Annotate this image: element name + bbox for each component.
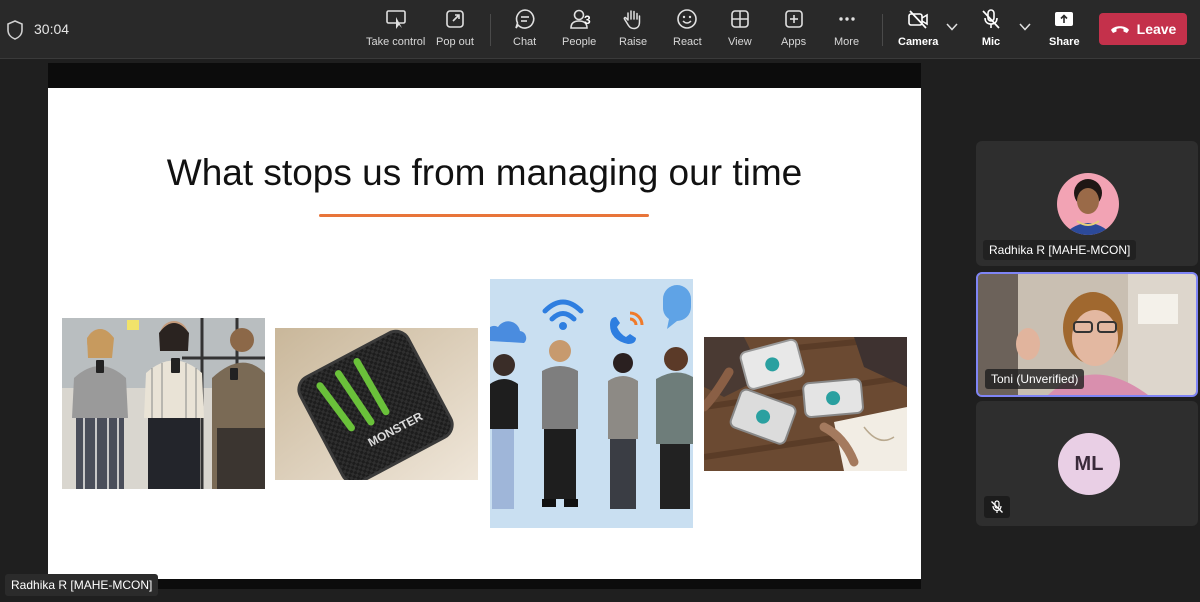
toolbar-divider (490, 14, 491, 46)
react-button[interactable]: React (673, 8, 702, 52)
take-control-icon (385, 10, 406, 29)
presenter-name-tag: Radhika R [MAHE-MCON] (5, 574, 159, 596)
participant-tile[interactable]: Radhika R [MAHE-MCON] (976, 141, 1198, 266)
chat-icon (514, 9, 535, 29)
participant-name: Toni (Unverified) (985, 369, 1085, 389)
view-button[interactable]: View (728, 8, 752, 52)
social-media-people-illustration (490, 279, 693, 528)
avatar-initials: ML (1058, 433, 1120, 495)
camera-button[interactable]: Camera (898, 8, 938, 52)
pop-out-button[interactable]: Pop out (436, 8, 474, 52)
mic-muted-icon (991, 500, 1003, 513)
slide-title: What stops us from managing our time (166, 152, 803, 193)
share-button[interactable]: Share (1049, 8, 1080, 52)
meeting-toolbar: 30:04 Take control Pop out Chat People 3… (0, 0, 1200, 59)
smiley-icon (677, 9, 698, 29)
raise-hand-button[interactable]: Raise (619, 8, 647, 52)
pop-out-icon (446, 10, 464, 28)
mic-button[interactable]: Mic (980, 8, 1002, 52)
camera-off-icon (908, 10, 928, 29)
slide-image-monster-phone: MONSTER (275, 328, 478, 480)
leave-button[interactable]: Leave (1099, 13, 1187, 45)
participant-tile[interactable]: ML (976, 401, 1198, 526)
monster-phone-case-illustration: MONSTER (275, 328, 478, 480)
mic-options-chevron-icon[interactable] (1018, 20, 1032, 34)
add-apps-icon (784, 10, 803, 28)
slide-image-people-on-phones (62, 318, 265, 489)
hand-icon (623, 10, 641, 30)
more-button[interactable]: More (834, 8, 859, 52)
muted-indicator (984, 496, 1010, 518)
shield-icon (7, 20, 23, 40)
title-underline (319, 214, 649, 217)
phones-on-table-illustration (704, 337, 907, 471)
camera-options-chevron-icon[interactable] (945, 20, 959, 34)
mic-off-icon (982, 9, 1000, 29)
more-dots-icon (838, 17, 855, 21)
meeting-timer: 30:04 (34, 21, 70, 37)
slide-image-social-media-people (490, 279, 693, 528)
chat-button[interactable]: Chat (513, 8, 536, 52)
hang-up-icon (1110, 26, 1129, 33)
take-control-button[interactable]: Take control (366, 8, 425, 52)
avatar (1057, 173, 1119, 235)
people-on-phones-illustration (62, 318, 265, 489)
toolbar-divider (882, 14, 883, 46)
presentation-slide: What stops us from managing our time MON… (48, 88, 921, 579)
participant-name: Radhika R [MAHE-MCON] (983, 240, 1137, 260)
participant-tile-active-speaker[interactable]: Toni (Unverified) (976, 272, 1198, 397)
people-count-badge: 3 (584, 13, 591, 27)
apps-button[interactable]: Apps (781, 8, 806, 52)
share-screen-icon (1055, 12, 1074, 26)
grid-view-icon (731, 10, 749, 28)
shared-screen: What stops us from managing our time MON… (48, 63, 921, 589)
slide-image-phones-on-table (704, 337, 907, 471)
people-button[interactable]: People (562, 8, 596, 52)
